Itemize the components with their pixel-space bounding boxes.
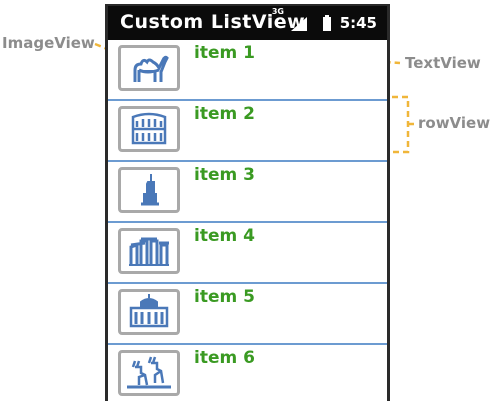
clock: 5:45 [339,14,377,32]
rowview-bracket [392,95,416,154]
signal-icon [291,17,307,31]
diagram: ImageView TextView rowView Custom ListVi… [0,0,490,401]
camel-icon [133,55,169,82]
list-row-1[interactable]: item 1 [108,40,387,101]
row-4-image [118,228,180,274]
row-1-label: item 1 [194,43,255,63]
list-row-3[interactable]: item 3 [108,162,387,223]
list-row-2[interactable]: item 2 [108,101,387,162]
network-type: 3G [271,7,284,16]
palace-icon [129,294,169,328]
rowview-callout: rowView [418,114,490,132]
row-4-label: item 4 [194,226,255,246]
row-6-image [118,350,180,396]
imageview-callout: ImageView [2,34,95,52]
colosseum-icon [131,112,167,145]
row-6-label: item 6 [194,348,255,368]
row-1-image [118,45,180,91]
row-3-label: item 3 [194,165,255,185]
stonehenge-icon [129,237,169,266]
deer-icon [127,356,171,389]
row-5-label: item 5 [194,287,255,307]
statue-of-liberty-icon [141,174,159,206]
battery-icon [323,15,331,31]
list-row-4[interactable]: item 4 [108,223,387,284]
row-3-image [118,167,180,213]
action-bar: Custom ListView 3G 5:45 [108,6,387,40]
row-2-label: item 2 [194,104,255,124]
list-row-6[interactable]: item 6 [108,345,387,406]
phone-frame: Custom ListView 3G 5:45 item 1 item 2 it… [105,4,390,401]
row-2-image [118,106,180,152]
list-row-5[interactable]: item 5 [108,284,387,345]
textview-callout: TextView [405,54,481,72]
row-5-image [118,289,180,335]
